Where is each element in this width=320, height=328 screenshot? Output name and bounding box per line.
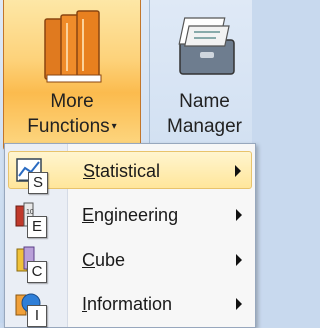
name-manager-label-line1: Name	[179, 91, 230, 112]
menu-item-label: Cube	[82, 250, 126, 270]
more-functions-button[interactable]: More Functions ▾	[3, 0, 141, 151]
keytip-i: I	[27, 305, 47, 327]
menu-item-label: Engineering	[82, 205, 179, 225]
submenu-arrow-icon	[236, 209, 242, 221]
more-functions-label-line1: More	[50, 91, 94, 112]
keytip-c: C	[27, 261, 47, 283]
submenu-arrow-icon	[236, 254, 242, 266]
submenu-arrow-icon	[235, 165, 241, 177]
menu-item-label: Statistical	[83, 161, 161, 181]
menu-item-label: Information	[82, 294, 173, 314]
name-manager-label-line2: Manager	[167, 116, 242, 137]
svg-text:10: 10	[26, 209, 34, 216]
menu-item-information[interactable]: I Information	[8, 285, 252, 327]
chevron-down-icon: ▾	[111, 121, 117, 133]
submenu-arrow-icon	[236, 298, 242, 310]
books-icon	[44, 10, 102, 83]
keytip-e: E	[27, 216, 47, 238]
menu-item-engineering[interactable]: 10 E Engineering	[8, 196, 252, 238]
name-manager-button[interactable]: Name Manager	[149, 0, 259, 151]
keytip-s: S	[28, 172, 48, 194]
card-file-icon	[178, 17, 235, 75]
more-functions-label-line2: Functions ▾	[27, 116, 117, 137]
more-functions-menu: S Statistical 10 E Engineering C Cube I …	[4, 143, 256, 328]
menu-item-statistical[interactable]: S Statistical	[8, 151, 252, 194]
menu-item-cube[interactable]: C Cube	[8, 241, 252, 283]
